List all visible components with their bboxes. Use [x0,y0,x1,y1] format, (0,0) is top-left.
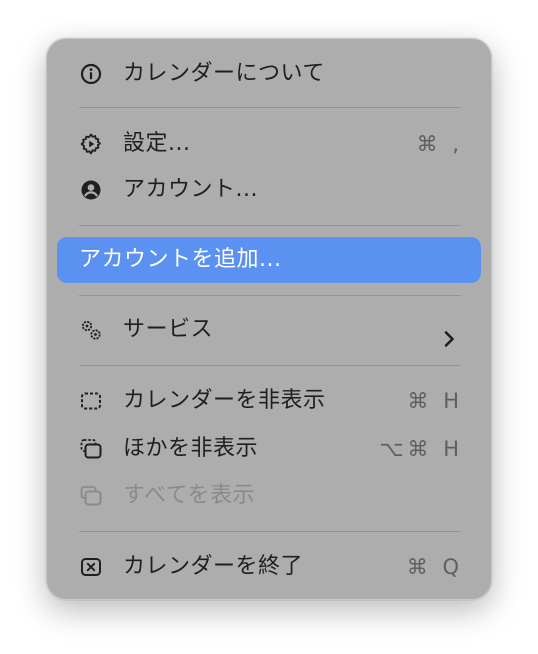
menu-item-show-all: すべてを表示 [57,473,481,519]
menu-item-label: アカウントを追加... [79,247,282,272]
menu-item-accounts[interactable]: アカウント... [57,167,481,213]
menu-item-hide-others[interactable]: ほかを非表示 ⌥⌘ H [57,426,481,472]
menu-item-services[interactable]: サービス [57,307,481,353]
menu-separator [79,531,461,532]
menu-item-label: ほかを非表示 [123,436,259,461]
menu-separator [79,225,461,226]
menu-separator [79,107,461,108]
menu-separator [79,365,461,366]
dashed-window-icon [79,389,103,413]
menu-item-label: 設定... [123,131,191,156]
menu-item-label: アカウント... [123,177,258,202]
menu-item-label: カレンダーについて [123,61,325,86]
stacked-windows-icon [79,437,103,461]
menu-item-about[interactable]: カレンダーについて [57,51,481,97]
gear-icon [79,132,103,156]
user-circle-icon [79,178,103,202]
menu-item-settings[interactable]: 設定... ⌘ , [57,121,481,167]
keyboard-shortcut: ⌘ Q [406,555,463,579]
menu-item-label: すべてを表示 [123,483,256,508]
menu-separator [79,295,461,296]
menu-item-quit[interactable]: カレンダーを終了 ⌘ Q [57,544,481,590]
menu-item-label: カレンダーを非表示 [123,388,326,413]
keyboard-shortcut: ⌘ H [407,389,463,413]
keyboard-shortcut: ⌘ , [416,132,463,156]
chevron-right-icon [439,320,459,347]
x-square-icon [79,555,103,579]
gears-icon [79,318,103,342]
menu-item-add-account[interactable]: アカウントを追加... [57,237,481,283]
menu-item-hide-calendar[interactable]: カレンダーを非表示 ⌘ H [57,378,481,424]
app-menu: カレンダーについて 設定... ⌘ , アカウント... アカウントを追加...… [46,38,492,600]
menu-item-label: サービス [123,317,214,342]
info-circle-icon [79,62,103,86]
menu-item-label: カレンダーを終了 [123,554,304,579]
keyboard-shortcut: ⌥⌘ H [379,437,463,461]
stacked-windows-icon [79,484,103,508]
